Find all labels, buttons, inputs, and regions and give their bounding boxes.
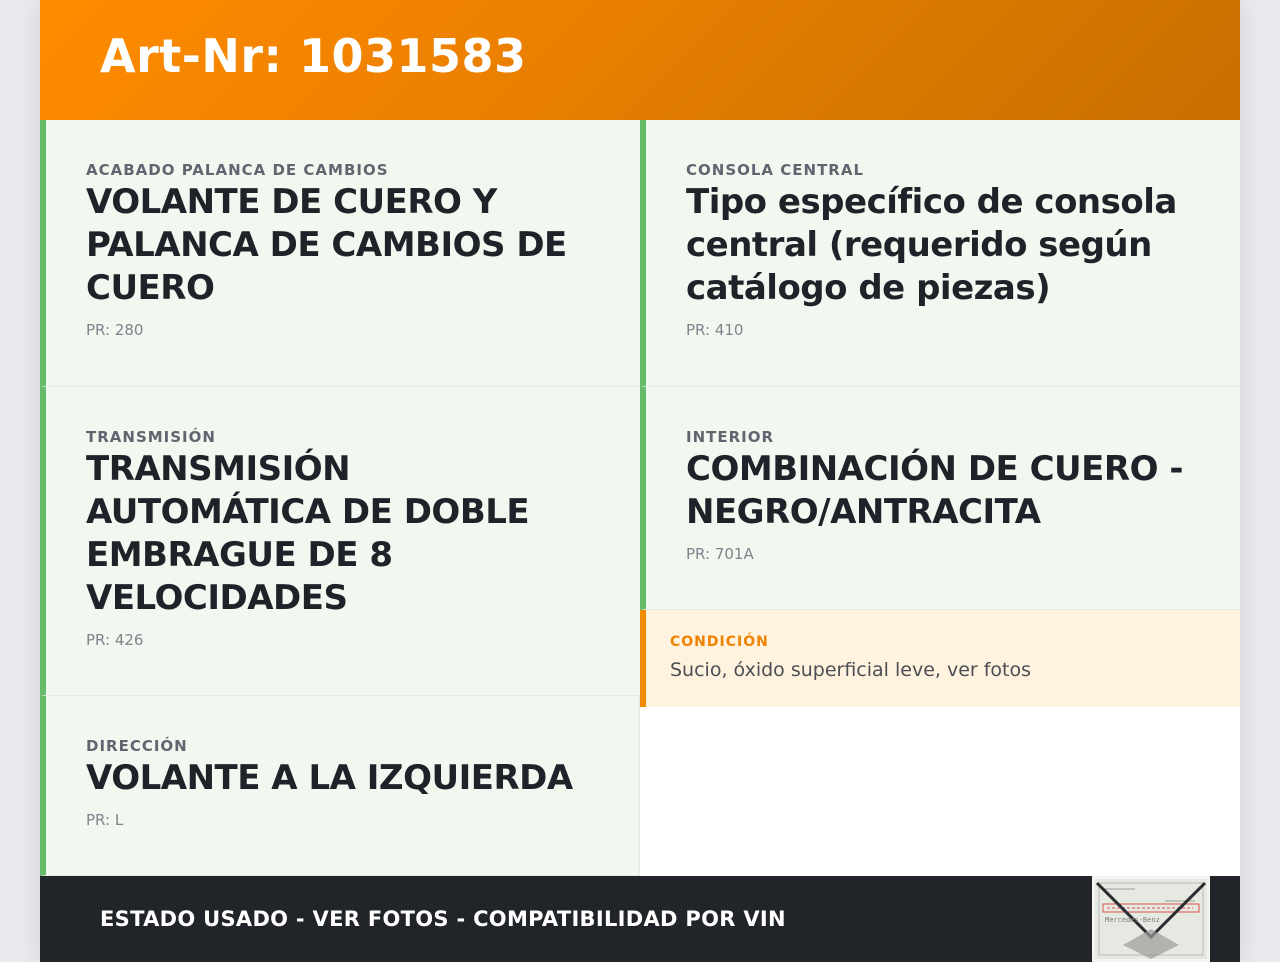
product-page: Art-Nr: 1031583 ACABADO PALANCA DE CAMBI… (40, 0, 1240, 962)
spec-pr-code: PR: 280 (86, 321, 144, 339)
spec-value: VOLANTE A LA IZQUIERDA (86, 758, 573, 798)
condition-text: Sucio, óxido superficial leve, ver fotos (670, 659, 1032, 681)
spec-label: DIRECCIÓN (86, 737, 188, 755)
header-banner: Art-Nr: 1031583 (40, 0, 1240, 120)
condition-label: CONDICIÓN (670, 634, 769, 650)
article-number-title: Art-Nr: 1031583 (100, 29, 527, 83)
spec-label: TRANSMISIÓN (86, 428, 216, 446)
footer-text: ESTADO USADO - VER FOTOS - COMPATIBILIDA… (100, 907, 786, 931)
product-photo-thumbnail[interactable]: Mercedes-Benz (1092, 876, 1210, 962)
condition-panel: CONDICIÓN Sucio, óxido superficial leve,… (640, 610, 1240, 707)
spec-value: Tipo específico de consola central (requ… (686, 182, 1177, 308)
spec-card-center-console: CONSOLA CENTRAL Tipo específico de conso… (640, 120, 1240, 387)
spec-label: CONSOLA CENTRAL (686, 161, 865, 179)
spec-pr-code: PR: 701A (686, 545, 754, 563)
envelope-icon: Mercedes-Benz (1095, 879, 1207, 959)
thumbnail-caption: Mercedes-Benz (1105, 916, 1160, 924)
spec-value: TRANSMISIÓN AUTOMÁTICA DE DOBLE EMBRAGUE… (86, 449, 530, 618)
footer-bar: ESTADO USADO - VER FOTOS - COMPATIBILIDA… (40, 876, 1240, 962)
spec-card-shift-finish: ACABADO PALANCA DE CAMBIOS VOLANTE DE CU… (40, 120, 640, 387)
spec-label: INTERIOR (686, 428, 775, 446)
spec-pr-code: PR: L (86, 811, 124, 829)
spec-card-transmission: TRANSMISIÓN TRANSMISIÓN AUTOMÁTICA DE DO… (40, 387, 640, 696)
spec-pr-code: PR: 410 (686, 321, 744, 339)
spec-pr-code: PR: 426 (86, 631, 144, 649)
spec-card-steering: DIRECCIÓN VOLANTE A LA IZQUIERDA PR: L (40, 696, 640, 876)
spec-card-interior: INTERIOR COMBINACIÓN DE CUERO - NEGRO/AN… (640, 387, 1240, 610)
spec-value: VOLANTE DE CUERO Y PALANCA DE CAMBIOS DE… (86, 182, 567, 308)
spec-value: COMBINACIÓN DE CUERO - NEGRO/ANTRACITA (686, 449, 1183, 532)
spec-label: ACABADO PALANCA DE CAMBIOS (86, 161, 389, 179)
